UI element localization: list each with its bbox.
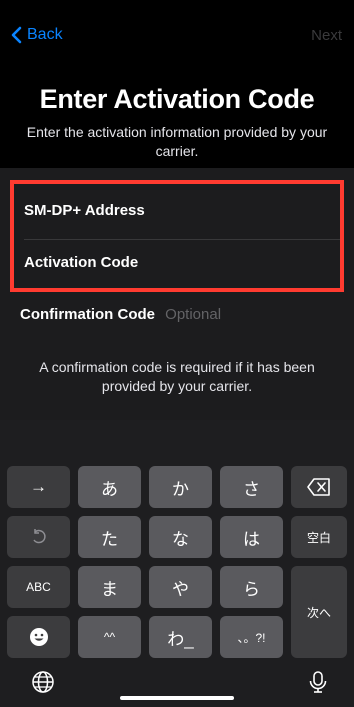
key-arrow-right[interactable]: → (7, 466, 70, 508)
next-line-key[interactable]: 次へ (291, 566, 347, 658)
activation-form: SM-DP+ Address Activation Code (10, 180, 344, 292)
key-ra[interactable]: ら (220, 566, 283, 608)
navigation-bar: Back Next (0, 0, 354, 68)
page-subtitle: Enter the activation information provide… (26, 124, 328, 159)
home-indicator[interactable] (120, 696, 234, 700)
space-key[interactable]: 空白 (291, 516, 347, 558)
key-sa[interactable]: さ (220, 466, 283, 508)
field-divider (24, 239, 340, 240)
chevron-left-icon (11, 26, 22, 44)
key-a[interactable]: あ (78, 466, 141, 508)
key-wa[interactable]: わ_ (149, 616, 212, 658)
back-label: Back (27, 26, 63, 43)
confirmation-code-placeholder: Optional (165, 306, 222, 323)
abc-key[interactable]: ABC (7, 566, 70, 608)
back-button[interactable]: Back (10, 26, 63, 44)
backspace-icon (307, 478, 330, 496)
key-ya[interactable]: や (149, 566, 212, 608)
page-header: Enter Activation Code Enter the activati… (0, 68, 354, 168)
key-punctuation[interactable]: 、。?! (220, 616, 283, 658)
confirmation-code-label: Confirmation Code (20, 306, 155, 323)
backspace-key[interactable] (291, 466, 347, 508)
page-title: Enter Activation Code (39, 84, 315, 114)
undo-icon (32, 529, 46, 544)
emoji-icon (29, 628, 48, 646)
confirmation-note: A confirmation code is required if it ha… (39, 359, 315, 394)
smdp-address-field[interactable]: SM-DP+ Address (14, 184, 340, 236)
confirmation-code-field[interactable]: Confirmation Code Optional (20, 306, 221, 323)
key-ka[interactable]: か (149, 466, 212, 508)
keyboard: → あ か さ た な は 空白 ABC ま や ら 次へ ^^ わ_ 、。?! (0, 420, 354, 707)
key-ha[interactable]: は (220, 516, 283, 558)
key-ma[interactable]: ま (78, 566, 141, 608)
key-ta[interactable]: た (78, 516, 141, 558)
emoji-key[interactable] (7, 616, 70, 658)
undo-key[interactable] (7, 516, 70, 558)
globe-icon[interactable] (31, 670, 55, 694)
next-button[interactable]: Next (311, 27, 342, 44)
key-dakuten[interactable]: ^^ (78, 616, 141, 658)
microphone-icon[interactable] (306, 670, 330, 694)
screen: Back Next Enter Activation Code Enter th… (0, 0, 354, 707)
activation-code-field[interactable]: Activation Code (14, 236, 340, 288)
key-na[interactable]: な (149, 516, 212, 558)
